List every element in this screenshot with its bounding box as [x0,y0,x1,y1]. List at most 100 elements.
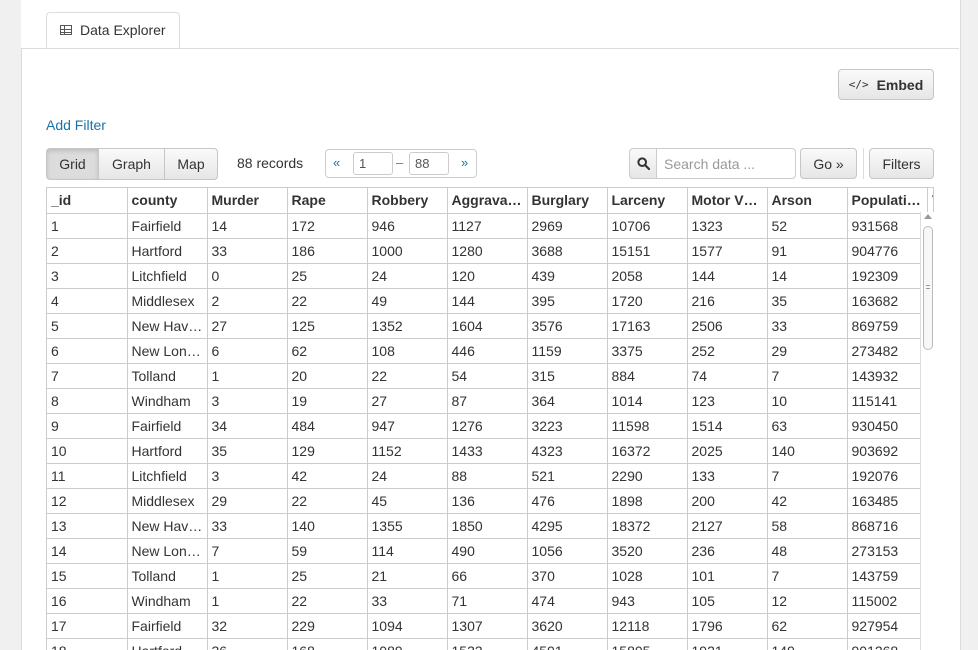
table-cell: 1 [207,588,288,614]
table-cell: 370 [527,563,608,589]
table-row[interactable]: 10 Hartford 35 129 1152 1433 4323 16372 2025 140 9… [47,438,933,464]
search-input[interactable] [656,148,796,179]
table-cell: 2290 [607,463,688,489]
column-header[interactable]: Motor V… [687,188,768,214]
table-row[interactable]: 4 Middlesex 2 22 49 144 395 1720 216 35 163682 [47,288,933,314]
table-cell: 903692 [847,438,928,464]
table-cell: Fairfield [127,413,208,439]
table-cell: 91 [767,238,848,264]
table-cell: 59 [287,538,368,564]
table-row[interactable]: 14 New Lon… 7 59 114 490 1056 3520 236 48 273153 [47,538,933,564]
column-header[interactable]: Arson [767,188,848,214]
filters-button[interactable]: Filters [869,148,934,179]
pager-next-button[interactable]: » [461,155,468,170]
table-cell: 931568 [847,213,928,239]
table-cell: 315 [527,363,608,389]
pager-to-input[interactable] [409,152,449,175]
table-row[interactable]: 6 New Lon… 6 62 108 446 1159 3375 252 29 273482 [47,338,933,364]
view-grid-button[interactable]: Grid [46,148,99,180]
table-cell: 12118 [607,613,688,639]
pager-from-input[interactable] [353,152,393,175]
table-cell: Hartford [127,238,208,264]
table-cell: 140 [287,513,368,539]
table-cell: 108 [367,338,448,364]
view-map-button[interactable]: Map [164,148,218,180]
table-cell: 7 [767,463,848,489]
table-row[interactable]: 5 New Hav… 27 125 1352 1604 3576 17163 2506 33 869… [47,313,933,339]
table-cell: 25 [287,263,368,289]
table-row[interactable]: 18Hartford361681089153345911580519211499… [47,638,933,650]
go-button[interactable]: Go » [800,148,857,179]
table-cell: New Hav… [127,313,208,339]
table-cell: 11 [47,463,128,489]
column-header[interactable]: Rape [287,188,368,214]
tab-data-explorer[interactable]: Data Explorer [46,12,180,48]
table-cell: Hartford [127,438,208,464]
table-cell: 1355 [367,513,448,539]
pager-prev-button[interactable]: « [333,155,340,170]
table-cell: 163682 [847,288,928,314]
pager-separator: – [396,155,404,170]
table-icon [60,25,72,35]
column-header[interactable]: county [127,188,208,214]
table-body: 1 Fairfield 14 172 946 1127 2969 10706 1323 52 931… [47,213,933,650]
table-row[interactable]: 8 Windham 3 19 27 87 364 1014 123 10 115141 [47,388,933,414]
table-cell: 24 [367,263,448,289]
table-cell: New Lon… [127,338,208,364]
table-cell: 869759 [847,313,928,339]
table-row[interactable]: 9 Fairfield 34 484 947 1276 3223 11598 1514 63 930… [47,413,933,439]
table-cell: 1514 [687,413,768,439]
table-cell: 144 [447,288,528,314]
table-cell: 1 [207,563,288,589]
table-row[interactable]: 1 Fairfield 14 172 946 1127 2969 10706 1323 52 931… [47,213,933,239]
scrollbar-thumb[interactable] [923,226,933,350]
record-count: 88 records [237,155,304,171]
table-cell: 29 [767,338,848,364]
table-cell: 35 [207,438,288,464]
table-row[interactable]: 17 Fairfield 32 229 1094 1307 3620 12118 1796 62 9… [47,613,933,639]
column-header[interactable]: _id [47,188,128,214]
table-row[interactable]: 2 Hartford 33 186 1000 1280 3688 15151 1577 91 904… [47,238,933,264]
table-cell: 3620 [527,613,608,639]
table-cell: 395 [527,288,608,314]
table-row[interactable]: 15 Tolland 1 25 21 66 370 1028 101 7 143759 [47,563,933,589]
column-header[interactable]: Burglary [527,188,608,214]
table-cell: 490 [447,538,528,564]
column-header[interactable]: Murder [207,188,288,214]
table-cell: 5 [47,313,128,339]
table-row[interactable]: 3 Litchfield 0 25 24 120 439 2058 144 14 192309 [47,263,933,289]
table-cell: 1898 [607,488,688,514]
add-filter-link[interactable]: Add Filter [46,117,106,133]
table-cell: 22 [287,288,368,314]
table-row[interactable]: 7 Tolland 1 20 22 54 315 884 74 7 143932 [47,363,933,389]
column-header[interactable]: Robbery [367,188,448,214]
view-graph-button[interactable]: Graph [98,148,165,180]
column-header[interactable]: Aggrava… [447,188,528,214]
search-button[interactable] [629,148,657,179]
scroll-up-arrow-icon[interactable] [924,214,932,219]
table-row[interactable]: 12 Middlesex 29 22 45 136 476 1898 200 42 163485 [47,488,933,514]
data-table: _id county Murder Rape Robbery Aggrava… Burgla… [47,188,933,650]
table-cell: 62 [767,613,848,639]
table-cell: 149 [767,638,848,650]
grid-scrollbar[interactable] [920,212,934,650]
table-row[interactable]: 16 Windham 1 22 33 71 474 943 105 12 115002 [47,588,933,614]
table-row[interactable]: 11 Litchfield 3 42 24 88 521 2290 133 7 192076 [47,463,933,489]
column-header[interactable]: Populati… [847,188,928,214]
table-cell: 45 [367,488,448,514]
table-cell: 4591 [527,638,608,650]
toolbar-divider [863,148,864,179]
column-header[interactable]: Larceny [607,188,688,214]
embed-button[interactable]: </> Embed [838,69,934,100]
table-cell: 192309 [847,263,928,289]
table-cell: 33 [367,588,448,614]
tab-label: Data Explorer [80,22,166,38]
table-cell: 10706 [607,213,688,239]
table-cell: 868716 [847,513,928,539]
column-header[interactable]: Y [927,188,933,214]
table-cell: 27 [207,313,288,339]
table-cell: 3 [207,463,288,489]
table-cell: 22 [287,488,368,514]
table-row[interactable]: 13 New Hav… 33 140 1355 1850 4295 18372 2127 58 86… [47,513,933,539]
tab-bar: Data Explorer [21,0,959,49]
